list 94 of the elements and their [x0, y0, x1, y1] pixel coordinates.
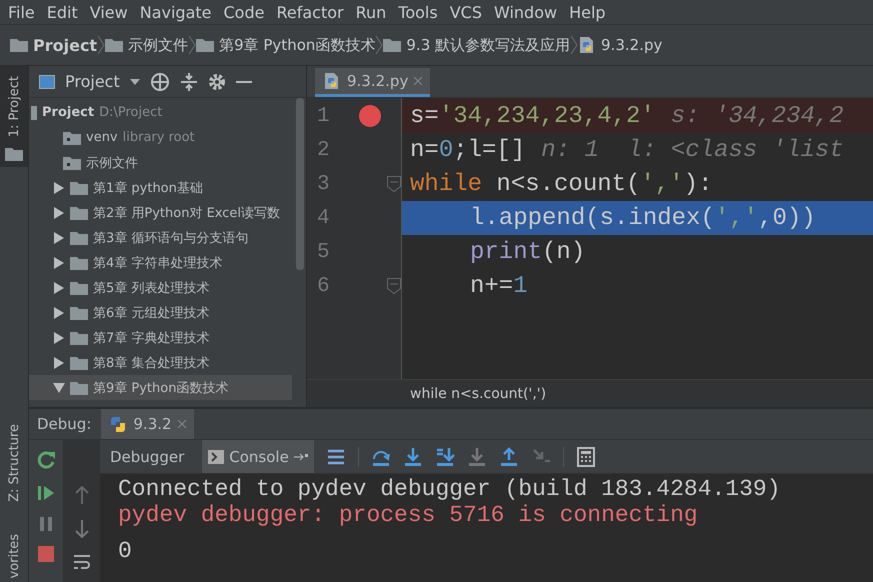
inline-value-hint: n: 1 l: <class 'list	[541, 136, 845, 164]
line-number: 3	[316, 172, 331, 196]
code-line: s='34,234,23,4,2'	[409, 102, 655, 132]
line-number: 2	[316, 138, 331, 162]
tool-window-tab[interactable]: Z: Structure	[6, 420, 22, 506]
collapsed-arrow-icon[interactable]	[53, 232, 65, 244]
console-icon	[208, 450, 224, 464]
down-arrow-icon[interactable]	[75, 520, 89, 538]
python-icon	[109, 415, 128, 433]
menu-item[interactable]: Code	[220, 2, 272, 22]
fold-icon[interactable]	[386, 278, 400, 294]
breadcrumb-item[interactable]: 9.3.2.py	[601, 36, 662, 54]
breadcrumb-item[interactable]: 9.3 默认参数写法及应用	[406, 36, 570, 54]
line-number: 1	[316, 104, 331, 128]
chevron-icon	[97, 35, 106, 55]
editor-tab[interactable]: 9.3.2.py	[315, 68, 430, 97]
calculator-icon[interactable]	[576, 446, 596, 466]
code-line: while n<s.count(','):	[409, 170, 712, 200]
breakpoint-icon[interactable]	[358, 105, 381, 127]
step-out-icon[interactable]	[498, 446, 519, 466]
close-icon[interactable]	[414, 77, 422, 85]
collapsed-arrow-icon[interactable]	[53, 182, 65, 194]
pin-arrow-icon[interactable]	[294, 452, 308, 462]
tree-item[interactable]: 第4章 字符串处理技术	[93, 254, 222, 272]
code-context-label[interactable]: while n<s.count(',')	[410, 386, 546, 402]
tool-window-tab[interactable]: vorites	[6, 530, 22, 582]
fold-icon[interactable]	[386, 176, 400, 192]
collapsed-arrow-icon[interactable]	[53, 356, 65, 368]
panel-title[interactable]: Project	[65, 72, 120, 91]
chevron-icon	[188, 35, 196, 55]
soft-wrap-icon[interactable]	[73, 554, 91, 570]
code-line: print(n)	[469, 238, 586, 268]
menu-item[interactable]: Navigate	[136, 2, 220, 22]
collapsed-arrow-icon[interactable]	[53, 282, 65, 294]
tree-item[interactable]: 第7章 字典处理技术	[93, 328, 210, 346]
tree-item[interactable]: 第8章 集合处理技术	[93, 354, 210, 372]
scrollbar[interactable]	[296, 98, 304, 270]
collapsed-arrow-icon[interactable]	[53, 256, 65, 268]
line-number: 5	[316, 240, 331, 264]
rerun-icon[interactable]	[36, 450, 56, 470]
line-number: 6	[316, 274, 331, 298]
tree-item[interactable]: 第6章 元组处理技术	[93, 304, 210, 322]
menu-item[interactable]: Window	[490, 2, 566, 22]
up-arrow-icon[interactable]	[75, 486, 89, 504]
chevron-icon	[375, 35, 384, 55]
minimize-icon[interactable]	[236, 80, 252, 84]
inline-value-hint: s: '34,234,2	[670, 102, 845, 130]
pause-icon[interactable]	[39, 516, 53, 532]
session-tab[interactable]: 9.3.2	[101, 409, 194, 439]
path-text: D:\Project	[99, 105, 162, 120]
collapsed-arrow-icon[interactable]	[53, 306, 65, 318]
resume-icon[interactable]	[37, 484, 55, 502]
code-line: n+=1	[469, 272, 528, 302]
panel-icon	[39, 74, 55, 88]
caret-icon[interactable]	[130, 78, 140, 86]
line-number: 4	[316, 206, 331, 230]
menu-item[interactable]: VCS	[446, 2, 490, 22]
menu-item[interactable]: Help	[565, 2, 614, 22]
expanded-arrow-icon[interactable]	[53, 382, 65, 394]
console-line: pydev debugger: process 5716 is connecting	[118, 502, 699, 528]
debug-tab[interactable]: Console	[202, 440, 314, 473]
tree-item[interactable]: 第5章 列表处理技术	[93, 278, 210, 296]
collapse-icon[interactable]	[180, 72, 198, 92]
menu-item[interactable]: File	[4, 2, 43, 22]
code-line: n=0;l=[]	[409, 136, 526, 166]
step-into-icon[interactable]	[402, 446, 423, 466]
menu-item[interactable]: Edit	[42, 2, 86, 22]
menu-item[interactable]: View	[86, 2, 136, 22]
locate-icon[interactable]	[150, 72, 170, 92]
tree-item[interactable]: venv	[86, 130, 118, 145]
tree-item[interactable]: 第3章 循环语句与分支语句	[93, 228, 248, 246]
collapsed-arrow-icon[interactable]	[53, 206, 65, 218]
debug-tab[interactable]: Debugger	[104, 440, 190, 473]
menu-item[interactable]: Refactor	[272, 2, 352, 22]
menu-item[interactable]: Run	[352, 2, 394, 22]
breadcrumb-item[interactable]: 第9章 Python函数技术	[219, 36, 376, 54]
breadcrumb-item[interactable]: 示例文件	[128, 36, 188, 54]
force-step-into-icon[interactable]	[434, 446, 455, 466]
tree-item[interactable]: 第2章 用Python对 Excel读写数	[93, 204, 280, 222]
console-line: Connected to pydev debugger (build 183.4284.139)	[118, 476, 782, 502]
note-text: library root	[122, 130, 195, 145]
console-line: 0	[118, 538, 133, 564]
collapsed-arrow-icon[interactable]	[53, 332, 65, 344]
tree-item[interactable]: Project	[42, 105, 94, 120]
python-file-icon	[323, 72, 341, 90]
menu-item[interactable]: Tools	[394, 2, 446, 22]
step-into-my-code-icon[interactable]	[466, 446, 487, 466]
settings-icon[interactable]	[208, 72, 226, 90]
chevron-icon	[570, 35, 578, 55]
breadcrumb-item[interactable]: Project	[33, 36, 98, 54]
close-icon[interactable]	[178, 420, 186, 428]
tree-item[interactable]: 示例文件	[86, 154, 138, 172]
panel-title: Debug:	[37, 415, 92, 433]
tree-item[interactable]: 第1章 python基础	[93, 178, 203, 196]
